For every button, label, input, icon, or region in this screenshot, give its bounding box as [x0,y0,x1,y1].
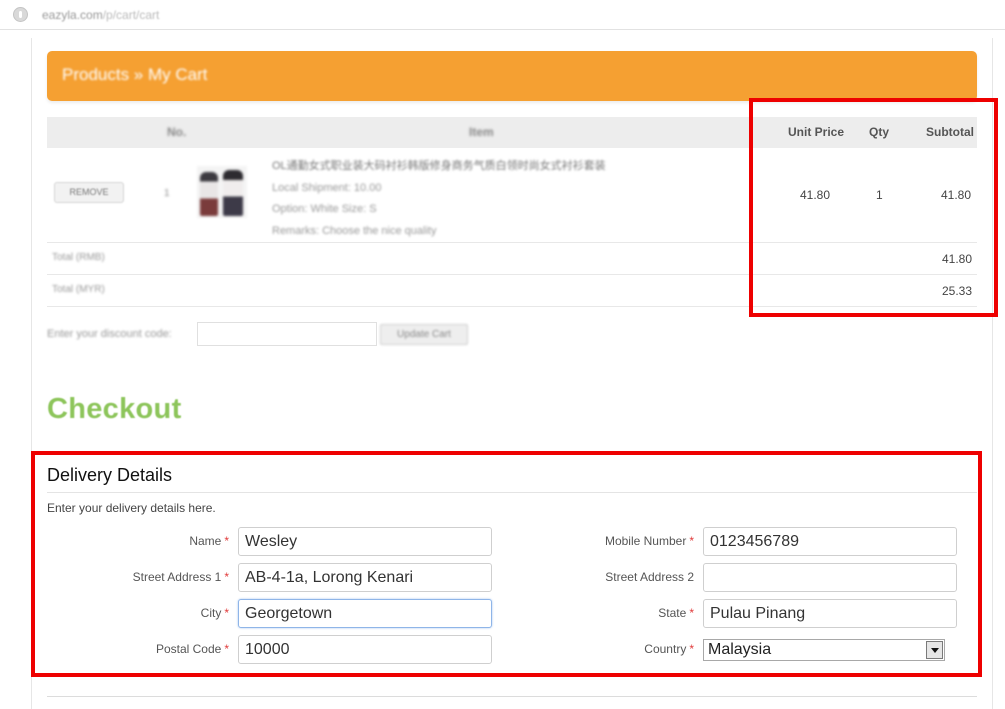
discount-form: Enter your discount code: Update Cart [47,322,477,346]
divider [47,696,977,697]
item-title[interactable]: OL通勤女式职业装大码衬衫韩版修身商务气质白领时尚女式衬衫套装 [272,156,606,178]
total-myr-label: Total (MYR) [52,284,105,295]
item-shipment: Local Shipment: 10.00 [272,181,382,194]
discount-input[interactable] [197,322,377,346]
discount-label: Enter your discount code: [47,328,172,340]
item-details: OL通勤女式职业装大码衬衫韩版修身商务气质白领时尚女式衬衫套装 Local Sh… [272,156,606,242]
update-cart-button[interactable]: Update Cart [380,324,468,345]
url-path: /p/cart/cart [102,8,160,22]
page-banner: Products » My Cart [47,51,977,101]
product-thumbnail[interactable] [197,166,247,218]
header-item: Item [469,125,494,139]
annotation-box-delivery [31,451,982,677]
item-remarks: Remarks: Choose the nice quality [272,224,437,237]
banner-title: Products » My Cart [62,65,208,84]
header-no: No. [167,125,187,139]
total-rmb-label: Total (RMB) [52,252,105,263]
checkout-title: Checkout [47,393,182,425]
url-host: eazyla.com [42,8,103,22]
remove-button[interactable]: REMOVE [54,182,124,203]
globe-icon [13,7,28,22]
browser-url[interactable]: eazyla.com/p/cart/cart [42,8,159,22]
annotation-box-pricing [749,98,998,317]
browser-url-bar[interactable]: eazyla.com/p/cart/cart [0,0,1005,30]
item-option: Option: White Size: S [272,203,377,215]
row-number: 1 [164,188,170,199]
